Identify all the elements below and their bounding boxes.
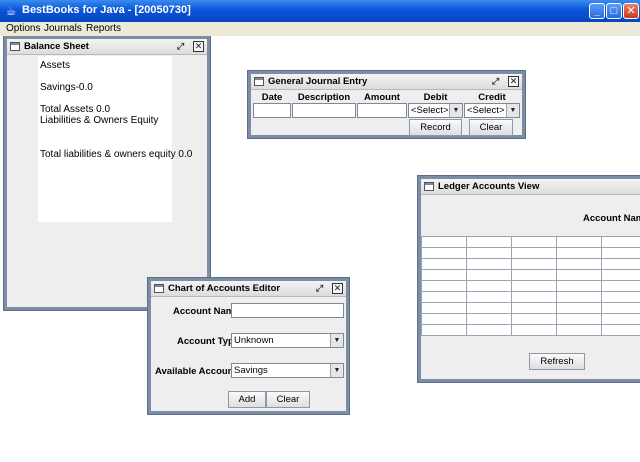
assets-heading: Assets	[40, 60, 71, 71]
account-type-selected: Unknown	[234, 335, 274, 346]
accounts-editor-title: Chart of Accounts Editor	[168, 283, 281, 294]
debit-header: Debit	[423, 92, 448, 103]
account-type-select[interactable]: Unknown ▼	[231, 333, 344, 348]
menu-bar: Options Journals Reports	[0, 22, 640, 36]
close-button[interactable]: ✕	[623, 3, 639, 19]
ledger-body: Account Nam Refresh	[421, 196, 640, 379]
ledger-account-name-label: Account Nam	[583, 213, 640, 224]
ledger-frame[interactable]: Ledger Accounts View Account Nam Refresh	[418, 176, 640, 382]
balance-sheet-title: Balance Sheet	[24, 41, 89, 52]
frame-icon	[254, 77, 264, 86]
credit-selected-value: <Select>	[467, 105, 505, 116]
frame-icon	[424, 182, 434, 191]
credit-header: Credit	[478, 92, 506, 103]
chevron-down-icon[interactable]: ▼	[449, 104, 462, 117]
credit-select[interactable]: <Select> ▼	[464, 103, 520, 118]
frame-icon	[10, 42, 20, 51]
frame-icon	[154, 284, 164, 293]
menu-options[interactable]: Options	[6, 22, 40, 36]
accounts-editor-titlebar[interactable]: Chart of Accounts Editor ⤢ ✕	[151, 281, 346, 297]
close-icon[interactable]: ✕	[332, 283, 343, 294]
liabilities-heading: Liabilities & Owners Equity	[40, 115, 159, 126]
maximize-icon[interactable]: ⤢	[490, 76, 501, 87]
minimize-button[interactable]: _	[589, 3, 605, 19]
description-header: Description	[297, 92, 351, 103]
ledger-titlebar[interactable]: Ledger Accounts View	[421, 179, 640, 195]
app-title: BestBooks for Java - [20050730]	[22, 4, 191, 16]
available-accounts-label: Available Accounts	[155, 366, 242, 377]
add-button[interactable]: Add	[228, 391, 266, 408]
description-input[interactable]	[292, 103, 356, 118]
journal-clear-button[interactable]: Clear	[469, 119, 513, 136]
close-icon[interactable]: ✕	[193, 41, 204, 52]
available-accounts-select[interactable]: Savings ▼	[231, 363, 344, 378]
journal-entry-title: General Journal Entry	[268, 76, 368, 87]
debit-select[interactable]: <Select> ▼	[408, 103, 463, 118]
journal-entry-titlebar[interactable]: General Journal Entry ⤢ ✕	[251, 74, 522, 90]
total-liabilities-line: Total liabilities & owners equity 0.0	[40, 149, 193, 160]
balance-sheet-frame[interactable]: Balance Sheet ⤢ ✕ Assets Savings-0.0 Tot…	[4, 36, 210, 310]
account-name-input[interactable]	[231, 303, 344, 318]
account-name-label: Account Name	[173, 306, 240, 317]
savings-line: Savings-0.0	[40, 82, 93, 93]
total-assets-line: Total Assets 0.0	[40, 104, 111, 115]
minimize-icon: _	[593, 5, 601, 17]
ledger-title: Ledger Accounts View	[438, 181, 540, 192]
maximize-icon[interactable]: ⤢	[175, 41, 186, 52]
coffee-cup-icon: ☕	[5, 4, 17, 18]
refresh-button[interactable]: Refresh	[529, 353, 585, 370]
accounts-editor-body: Account Name Account Type Unknown ▼ Avai…	[151, 298, 346, 411]
accounts-editor-frame[interactable]: Chart of Accounts Editor ⤢ ✕ Account Nam…	[148, 278, 349, 414]
balance-sheet-titlebar[interactable]: Balance Sheet ⤢ ✕	[7, 39, 207, 55]
menu-reports[interactable]: Reports	[86, 22, 121, 36]
chevron-down-icon[interactable]: ▼	[506, 104, 519, 117]
balance-sheet-report: Assets Savings-0.0 Total Assets 0.0 Liab…	[38, 56, 192, 222]
maximize-button[interactable]: □	[606, 3, 622, 19]
maximize-icon[interactable]: ⤢	[314, 283, 325, 294]
available-accounts-selected: Savings	[234, 365, 268, 376]
debit-selected-value: <Select>	[411, 105, 449, 116]
desktop-pane: Balance Sheet ⤢ ✕ Assets Savings-0.0 Tot…	[0, 36, 640, 462]
date-input[interactable]	[253, 103, 291, 118]
accounts-clear-button[interactable]: Clear	[266, 391, 310, 408]
account-type-label: Account Type	[177, 336, 240, 347]
chevron-down-icon[interactable]: ▼	[330, 364, 343, 377]
balance-sheet-body: Assets Savings-0.0 Total Assets 0.0 Liab…	[7, 56, 207, 307]
ledger-table[interactable]	[421, 236, 640, 336]
date-header: Date	[261, 92, 283, 103]
amount-input[interactable]	[357, 103, 407, 118]
journal-entry-body: Date Description Amount Debit Credit <Se…	[251, 91, 522, 136]
amount-header: Amount	[364, 92, 400, 103]
close-icon[interactable]: ✕	[508, 76, 519, 87]
close-icon: ✕	[626, 5, 636, 17]
app-titlebar[interactable]: ☕ BestBooks for Java - [20050730] _ □ ✕	[0, 0, 640, 22]
journal-entry-frame[interactable]: General Journal Entry ⤢ ✕ Date Descripti…	[248, 71, 525, 138]
maximize-icon: □	[610, 5, 618, 17]
chevron-down-icon[interactable]: ▼	[330, 334, 343, 347]
menu-journals[interactable]: Journals	[44, 22, 82, 36]
record-button[interactable]: Record	[409, 119, 462, 136]
